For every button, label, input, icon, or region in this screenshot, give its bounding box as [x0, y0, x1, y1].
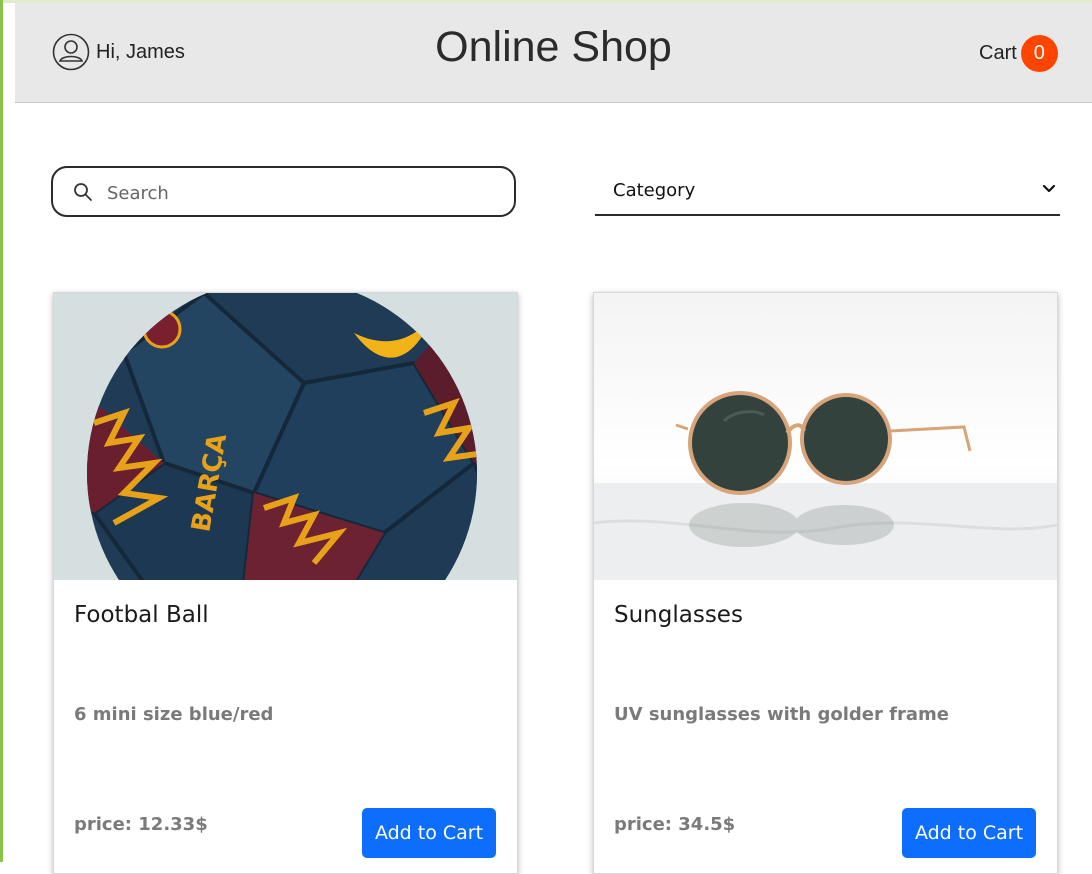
user-greeting-text: Hi, James — [96, 40, 185, 63]
product-name: Sunglasses — [614, 602, 743, 628]
sunglasses-image — [594, 293, 1057, 580]
user-greeting[interactable]: Hi, James — [52, 33, 185, 71]
search-input[interactable] — [105, 177, 499, 209]
user-avatar-icon — [52, 33, 90, 71]
football-ball-image: BARÇA — [54, 293, 517, 580]
cart-button[interactable]: Cart 0 — [979, 35, 1058, 72]
category-select-label: Category — [613, 180, 696, 201]
cart-label: Cart — [979, 42, 1017, 64]
add-to-cart-button[interactable]: Add to Cart — [902, 808, 1036, 858]
product-card: Sunglasses UV sunglasses with golder fra… — [593, 292, 1058, 874]
product-description: UV sunglasses with golder frame — [614, 704, 949, 725]
search-box[interactable] — [51, 166, 516, 217]
product-name: Footbal Ball — [74, 602, 209, 628]
chevron-down-icon — [1042, 184, 1056, 193]
site-header: Hi, James Online Shop Cart 0 — [15, 3, 1092, 103]
product-card: BARÇA Footbal Ball 6 mini size blue/red … — [53, 292, 518, 874]
window-edge-strip — [0, 0, 3, 862]
add-to-cart-button[interactable]: Add to Cart — [362, 808, 496, 858]
product-price: price: 34.5$ — [614, 814, 736, 835]
cart-count-badge: 0 — [1020, 35, 1058, 72]
search-icon — [74, 183, 92, 201]
product-description: 6 mini size blue/red — [74, 704, 274, 725]
product-price: price: 12.33$ — [74, 814, 208, 835]
category-select[interactable]: Category — [595, 168, 1060, 216]
